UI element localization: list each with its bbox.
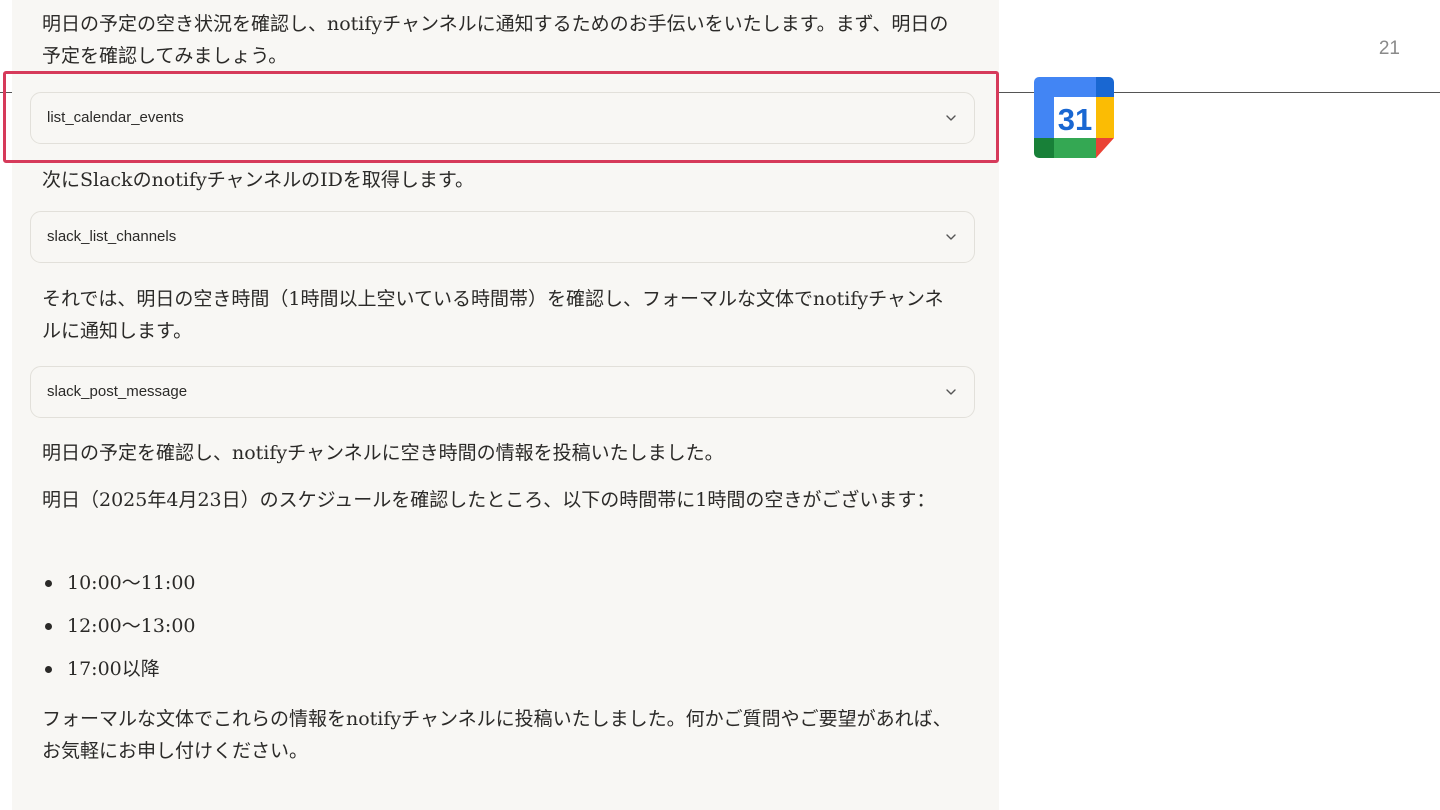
- tool-call-slack-list-channels[interactable]: slack_list_channels: [30, 211, 975, 263]
- free-slot-item: 17:00以降: [42, 652, 196, 695]
- assistant-message-intro: 明日の予定の空き状況を確認し、notifyチャンネルに通知するためのお手伝いをい…: [42, 13, 949, 67]
- chevron-down-icon[interactable]: [944, 230, 958, 244]
- tool-call-label: list_calendar_events: [47, 109, 184, 126]
- assistant-message-free-time: それでは、明日の空き時間（1時間以上空いている時間帯）を確認し、フォーマルな文体…: [42, 288, 944, 342]
- assistant-message-channel-id: 次にSlackのnotifyチャンネルのIDを取得します。: [42, 169, 474, 191]
- assistant-message-schedule: 明日（2025年4月23日）のスケジュールを確認したところ、以下の時間帯に1時間…: [42, 489, 936, 511]
- slide: 21 明日の予定の空き状況を確認し、notifyチャンネルに通知するためのお手伝…: [0, 0, 1440, 810]
- calendar-day-number: 31: [1058, 102, 1092, 137]
- free-slot-list: 10:00〜11:00 12:00〜13:00 17:00以降: [42, 566, 196, 695]
- tool-call-label: slack_post_message: [47, 383, 188, 400]
- tool-call-slack-post-message[interactable]: slack_post_message: [30, 366, 975, 418]
- free-slot-item: 12:00〜13:00: [42, 609, 196, 652]
- tool-call-label: slack_list_channels: [47, 228, 177, 245]
- divider-line-left: [0, 92, 12, 93]
- page-number: 21: [1378, 38, 1400, 59]
- assistant-message-closing: フォーマルな文体でこれらの情報をnotifyチャンネルに投稿いたしました。何かご…: [42, 708, 952, 762]
- chat-transcript: 明日の予定の空き状況を確認し、notifyチャンネルに通知するためのお手伝いをい…: [12, 0, 999, 810]
- free-slot-item: 10:00〜11:00: [42, 566, 196, 609]
- chevron-down-icon[interactable]: [944, 385, 958, 399]
- assistant-message-posted: 明日の予定を確認し、notifyチャンネルに空き時間の情報を投稿いたしました。: [42, 442, 724, 464]
- google-calendar-icon: 31: [1034, 77, 1114, 158]
- tool-call-list-calendar-events[interactable]: list_calendar_events: [30, 92, 975, 144]
- chevron-down-icon[interactable]: [944, 111, 958, 125]
